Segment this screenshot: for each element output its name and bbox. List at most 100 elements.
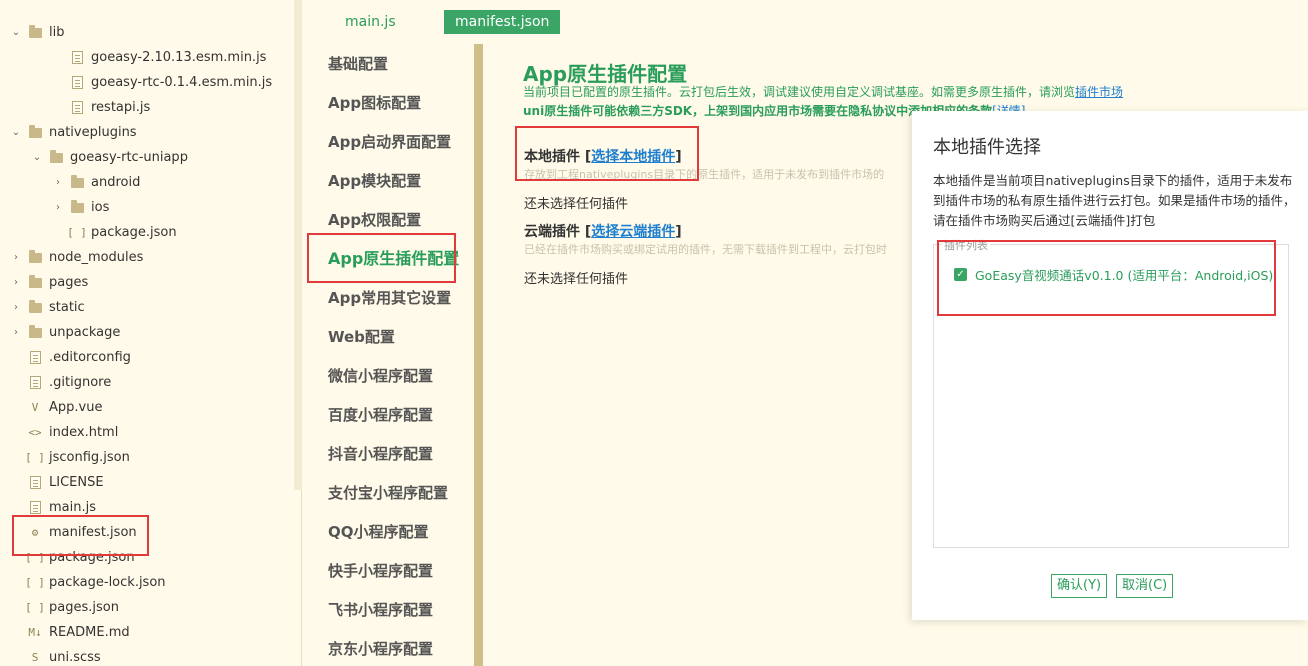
tree-file[interactable]: goeasy-rtc-0.1.4.esm.min.js	[0, 70, 300, 95]
tree-file[interactable]: goeasy-2.10.13.esm.min.js	[0, 45, 300, 70]
explorer-scrollbar[interactable]	[294, 0, 302, 490]
plugin-market-link[interactable]: 插件市场	[1075, 85, 1123, 99]
tree-file[interactable]: LICENSE	[0, 470, 300, 495]
project-explorer: ⌄ lib goeasy-2.10.13.esm.min.js goeasy-rtc-…	[0, 0, 302, 666]
tree-file[interactable]: restapi.js	[0, 95, 300, 120]
nav-item-jd[interactable]: 京东小程序配置	[328, 638, 433, 660]
nav-item-douyin[interactable]: 抖音小程序配置	[328, 443, 433, 465]
cloud-plugins-empty: 还未选择任何插件	[524, 272, 629, 287]
select-local-plugin-link[interactable]: 选择本地插件	[591, 149, 675, 165]
select-cloud-plugin-link[interactable]: 选择云端插件	[591, 224, 675, 240]
tree-item-label: .gitignore	[49, 375, 112, 390]
tree-item-label: main.js	[49, 500, 96, 515]
file-icon	[28, 351, 42, 365]
nav-item-app-permissions[interactable]: App权限配置	[328, 209, 421, 231]
nav-item-web[interactable]: Web配置	[328, 326, 395, 348]
nav-item-app-other[interactable]: App常用其它设置	[328, 287, 451, 309]
tree-file[interactable]: <> index.html	[0, 420, 300, 445]
confirm-button[interactable]: 确认(Y)	[1051, 574, 1108, 598]
nav-item-app-icon[interactable]: App图标配置	[328, 92, 421, 114]
tree-item-label: android	[91, 175, 141, 190]
chevron-down-icon[interactable]: ⌄	[10, 27, 22, 39]
tree-folder[interactable]: › ios	[0, 195, 300, 220]
file-icon	[70, 51, 84, 65]
chevron-down-icon[interactable]: ⌄	[10, 127, 22, 139]
tree-folder[interactable]: › android	[0, 170, 300, 195]
file-icon	[28, 376, 42, 390]
tree-file[interactable]: ⚙ manifest.json	[0, 520, 300, 545]
local-plugins-hint: 存放到工程nativeplugins目录下的原生插件，适用于未发布到插件市场的	[524, 168, 885, 181]
plugin-checkbox[interactable]: ✓	[954, 268, 967, 281]
plugin-item-goeasy[interactable]: ✓ GoEasy音视频通话v0.1.0 (适用平台：Android,iOS)	[954, 265, 1273, 284]
chevron-right-icon[interactable]: ›	[10, 277, 22, 289]
chevron-down-icon[interactable]: ⌄	[31, 152, 43, 164]
tree-item-label: nativeplugins	[49, 125, 137, 140]
tree-folder[interactable]: › static	[0, 295, 300, 320]
chevron-right-icon[interactable]: ›	[52, 177, 64, 189]
nav-item-app-modules[interactable]: App模块配置	[328, 170, 421, 192]
local-plugins-title: 本地插件 [选择本地插件]	[524, 149, 682, 165]
tree-item-label: manifest.json	[49, 525, 137, 540]
tree-file[interactable]: [ ] package.json	[0, 220, 300, 245]
tree-file[interactable]: M↓ README.md	[0, 620, 300, 645]
nav-item-weixin[interactable]: 微信小程序配置	[328, 365, 433, 387]
file-icon	[28, 476, 42, 490]
tree-item-label: static	[49, 300, 85, 315]
chevron-right-icon[interactable]: ›	[52, 202, 64, 214]
manifest-settings-nav: 基础配置 App图标配置 App启动界面配置 App模块配置 App权限配置 A…	[302, 36, 474, 666]
cloud-plugins-title: 云端插件 [选择云端插件]	[524, 224, 682, 240]
chevron-right-icon[interactable]: ›	[10, 327, 22, 339]
nav-item-app-native-plugins[interactable]: App原生插件配置	[328, 248, 459, 270]
nav-item-qq[interactable]: QQ小程序配置	[328, 521, 429, 543]
tree-item-label: jsconfig.json	[49, 450, 130, 465]
tree-folder[interactable]: › node_modules	[0, 245, 300, 270]
manifest-file-icon: ⚙	[31, 526, 39, 539]
tab-manifest-json[interactable]: manifest.json	[444, 10, 561, 34]
tree-file[interactable]: V App.vue	[0, 395, 300, 420]
chevron-right-icon[interactable]: ›	[10, 252, 22, 264]
nav-item-feishu[interactable]: 飞书小程序配置	[328, 599, 433, 621]
panel-description: 当前项目已配置的原生插件。云打包后生效，调试建议使用自定义调试基座。如需更多原生…	[523, 85, 1124, 99]
dialog-description: 本地插件是当前项目nativeplugins目录下的插件，适用于未发布到插件市场…	[933, 173, 1296, 228]
tree-item-label: index.html	[49, 425, 119, 440]
nav-item-alipay[interactable]: 支付宝小程序配置	[328, 482, 448, 504]
plugin-list-label: 插件列表	[942, 237, 990, 253]
tree-item-label: package.json	[91, 225, 177, 240]
tree-item-label: LICENSE	[49, 475, 104, 490]
plugin-list-group: 插件列表 ✓ GoEasy音视频通话v0.1.0 (适用平台：Android,i…	[933, 237, 1289, 548]
file-icon	[70, 101, 84, 115]
tree-item-label: goeasy-rtc-uniapp	[70, 150, 188, 165]
tree-file[interactable]: .editorconfig	[0, 345, 300, 370]
tab-main-js[interactable]: main.js	[334, 10, 407, 34]
tree-file[interactable]: [ ] jsconfig.json	[0, 445, 300, 470]
tree-folder[interactable]: ⌄ lib	[0, 20, 300, 45]
nav-item-baidu[interactable]: 百度小程序配置	[328, 404, 433, 426]
tree-file[interactable]: .gitignore	[0, 370, 300, 395]
tree-file[interactable]: main.js	[0, 495, 300, 520]
tree-folder[interactable]: ⌄ goeasy-rtc-uniapp	[0, 145, 300, 170]
tree-file[interactable]: [ ] pages.json	[0, 595, 300, 620]
tree-item-label: goeasy-2.10.13.esm.min.js	[91, 50, 267, 65]
cancel-button[interactable]: 取消(C)	[1116, 574, 1174, 598]
tree-file[interactable]: [ ] package.json	[0, 545, 300, 570]
tree-item-label: lib	[49, 25, 65, 40]
nav-item-kuaishou[interactable]: 快手小程序配置	[328, 560, 433, 582]
tree-file[interactable]: Suni.scss	[0, 645, 300, 666]
nav-item-app-splash[interactable]: App启动界面配置	[328, 131, 451, 153]
chevron-right-icon[interactable]: ›	[10, 302, 22, 314]
tree-item-label: uni.scss	[49, 650, 101, 665]
tree-folder[interactable]: › pages	[0, 270, 300, 295]
nav-item-basic[interactable]: 基础配置	[328, 53, 388, 75]
tree-folder[interactable]: › unpackage	[0, 320, 300, 345]
dialog-title: 本地插件选择	[933, 137, 1041, 158]
tree-folder[interactable]: ⌄ nativeplugins	[0, 120, 300, 145]
folder-icon	[70, 174, 84, 190]
tree-file[interactable]: [ ] package-lock.json	[0, 570, 300, 595]
